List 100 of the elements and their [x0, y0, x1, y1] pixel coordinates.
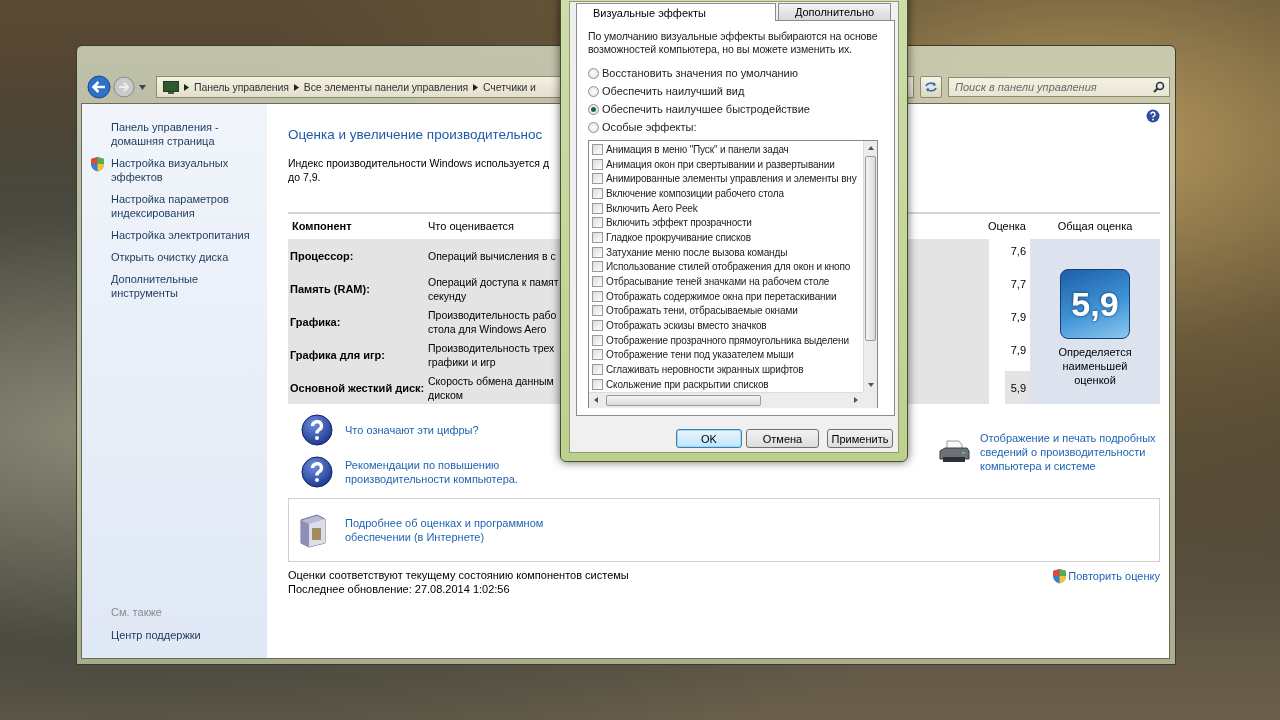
measure-text: Производительность рабо	[428, 307, 557, 322]
checkbox-label: Сглаживать неровности экранных шрифтов	[606, 364, 804, 376]
checkbox[interactable]	[592, 246, 603, 258]
dialog-button[interactable]: Применить	[827, 429, 893, 448]
software-box-icon	[297, 512, 329, 548]
radio-option[interactable]: Обеспечить наилучший вид	[588, 82, 883, 100]
help-link[interactable]: Что означают эти цифры?	[345, 423, 479, 437]
base-score-tile: 5,9	[1060, 269, 1130, 339]
checkbox-label: Отображать содержимое окна при перетаскивании	[606, 290, 837, 302]
checkbox[interactable]	[592, 143, 603, 155]
measure-text: Операций вычисления в с	[428, 248, 556, 263]
refresh-button[interactable]	[920, 76, 942, 98]
print-details-link[interactable]: Отображение и печать подробных сведений о производительности компьютера и системе	[980, 431, 1160, 473]
measure-text: секунду	[428, 288, 467, 303]
checkbox[interactable]	[592, 202, 603, 214]
checkbox-label: Анимированные элементы управления и элементы вну	[606, 173, 857, 185]
breadcrumb-item[interactable]: Панель управления	[194, 81, 289, 93]
checkbox[interactable]	[592, 290, 603, 302]
radio-button[interactable]	[588, 121, 599, 133]
score-cell-text: 7,6	[1009, 244, 1027, 259]
help-icon	[1146, 109, 1160, 123]
breadcrumb-item[interactable]: Счетчики и	[483, 81, 536, 93]
vertical-scrollbar[interactable]	[863, 141, 877, 392]
tab[interactable]: Визуальные эффекты	[576, 3, 776, 21]
component-cell: Графика:	[288, 305, 424, 338]
score-cell-text: 7,7	[1009, 277, 1027, 292]
rerun-assessment-link[interactable]: Повторить оценку	[1068, 569, 1160, 583]
checkbox[interactable]	[592, 334, 603, 346]
measure-text: Производительность трех	[428, 340, 555, 355]
checkbox[interactable]	[592, 305, 603, 317]
measure-text: графики и игр	[428, 354, 496, 369]
checkbox-label: Анимация в меню "Пуск" и панели задач	[606, 143, 789, 155]
checkbox-label: Включить эффект прозрачности	[606, 217, 752, 229]
checkbox[interactable]	[592, 364, 603, 376]
back-button[interactable]	[87, 75, 111, 99]
radio-option[interactable]: Обеспечить наилучшее быстродействие	[588, 100, 883, 118]
help-button[interactable]	[1146, 109, 1160, 123]
status-text: Оценки соответствуют текущему состоянию компонентов системы	[288, 568, 629, 582]
checkbox-label: Использование стилей отображения для окон и кнопо	[606, 261, 851, 273]
chevron-icon	[473, 83, 478, 91]
checkbox-label: Затухание меню после вызова команды	[606, 246, 788, 258]
radio-option[interactable]: Особые эффекты:	[588, 118, 883, 136]
search-field[interactable]: Поиск в панели управления	[948, 77, 1170, 97]
help-icon	[301, 414, 333, 446]
chevron-icon	[184, 83, 189, 91]
radio-button[interactable]	[588, 103, 599, 115]
shield-icon	[90, 156, 105, 172]
sidebar-link[interactable]: Дополнительные инструменты	[111, 272, 251, 300]
page-heading: Оценка и увеличение производительнос	[288, 127, 543, 142]
sidebar-link[interactable]: Настройка визуальных эффектов	[111, 156, 251, 184]
search-icon	[1153, 81, 1165, 93]
description-text: По умолчанию визуальные эффекты выбираются на основе возможностей компьютера, но вы можете изменить их.	[588, 30, 879, 55]
base-score-note: Определяется наименьшей оценкой	[1057, 345, 1133, 387]
help-link[interactable]: Рекомендации по повышению производительности компьютера.	[345, 458, 535, 486]
checkbox-label: Отображать эскизы вместо значков	[606, 320, 767, 332]
checkbox[interactable]	[592, 231, 603, 243]
column-header: Компонент	[291, 219, 353, 234]
score-cell-text: 7,9	[1009, 343, 1027, 358]
sidebar-link[interactable]: Открыть очистку диска	[111, 250, 229, 264]
measure-text: Операций доступа к памят	[428, 274, 559, 289]
checkbox-label: Включение композиции рабочего стола	[606, 187, 784, 199]
radio-button[interactable]	[588, 85, 599, 97]
checkbox-label: Отображение тени под указателем мыши	[606, 349, 794, 361]
sidebar-link[interactable]: Центр поддержки	[90, 628, 259, 642]
recent-pages-button[interactable]	[137, 84, 148, 90]
sidebar-link[interactable]: Настройка электропитания	[111, 228, 250, 242]
chevron-icon	[293, 83, 299, 91]
checkbox-label: Отображение прозрачного прямоугольника выделени	[606, 334, 849, 346]
breadcrumb-item[interactable]: Все элементы панели управления	[303, 81, 468, 93]
checkbox[interactable]	[592, 217, 603, 229]
checkbox[interactable]	[592, 158, 603, 170]
measure-text: стола для Windows Aero	[428, 321, 547, 336]
see-also-heading: См. также	[110, 606, 163, 618]
radio-button[interactable]	[588, 67, 599, 79]
dialog-button[interactable]: Отмена	[746, 429, 819, 448]
checkbox-label: Анимация окон при свертывании и развертывании	[606, 158, 835, 170]
sidebar-link[interactable]: Панель управления - домашняя страница	[111, 120, 251, 148]
sidebar-link[interactable]: Настройка параметров индексирования	[111, 192, 251, 220]
score-cell-text: 7,9	[1009, 310, 1027, 325]
checkbox[interactable]	[592, 320, 603, 332]
checkbox[interactable]	[592, 261, 603, 273]
dialog-button[interactable]: OK	[676, 429, 742, 448]
checkbox-label: Отбрасывание теней значками на рабочем столе	[606, 276, 830, 288]
checkbox[interactable]	[592, 378, 603, 390]
checkbox[interactable]	[592, 173, 603, 185]
checkbox[interactable]	[592, 349, 603, 361]
horizontal-scrollbar[interactable]	[589, 391, 863, 408]
component-cell: Графика для игр:	[288, 338, 424, 371]
measure-text: диском	[428, 387, 463, 402]
checkbox[interactable]	[592, 276, 603, 288]
caret-icon	[139, 84, 146, 90]
score-cell: 5,9	[1005, 371, 1030, 404]
description-text: Индекс производительности Windows используется д	[288, 156, 550, 170]
printer-icon	[938, 439, 970, 465]
checkbox-label: Включить Aero Peek	[606, 202, 698, 214]
tab[interactable]: Дополнительно	[778, 3, 891, 20]
checkbox-label: Скольжение при раскрытии списков	[606, 378, 769, 390]
online-info-link[interactable]: Подробнее об оценках и программном обеспечении (в Интернете)	[345, 516, 555, 544]
checkbox[interactable]	[592, 187, 603, 199]
component-cell: Процессор:	[288, 239, 424, 272]
